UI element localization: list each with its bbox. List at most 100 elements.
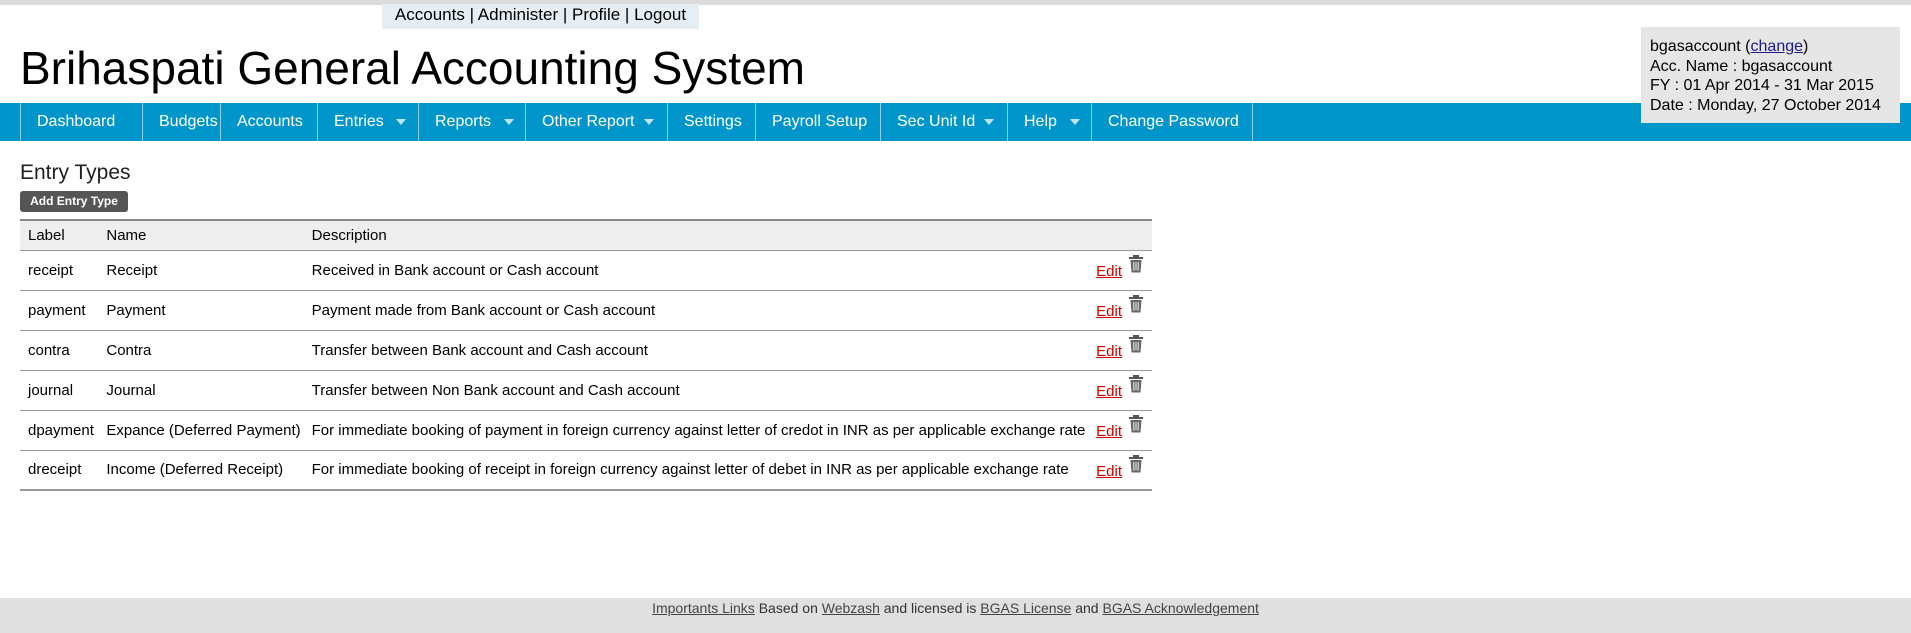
nav-accounts[interactable]: Accounts (221, 103, 318, 141)
edit-link[interactable]: Edit (1096, 383, 1122, 400)
cell-actions: Edit (1085, 250, 1152, 291)
cell-description: For immediate booking of receipt in fore… (303, 450, 1086, 491)
cell-name: Payment (98, 290, 304, 331)
chevron-down-icon (984, 119, 994, 125)
table-row: payment Payment Payment made from Bank a… (20, 290, 1152, 331)
table-row: contra Contra Transfer between Bank acco… (20, 330, 1152, 371)
trash-icon[interactable] (1128, 415, 1144, 437)
toplink-separator: | (624, 5, 630, 24)
cell-name: Income (Deferred Receipt) (98, 450, 304, 491)
cell-description: Payment made from Bank account or Cash a… (303, 290, 1086, 331)
nav-help[interactable]: Help (1008, 103, 1092, 141)
cell-actions: Edit (1085, 330, 1152, 371)
nav-dashboard[interactable]: Dashboard (20, 103, 143, 141)
chevron-down-icon (1070, 119, 1080, 125)
nav-change-password[interactable]: Change Password (1092, 103, 1253, 141)
current-date: Date : Monday, 27 October 2014 (1650, 96, 1881, 114)
chevron-down-icon (644, 119, 654, 125)
edit-link[interactable]: Edit (1096, 423, 1122, 440)
account-user-line: bgasaccount (change) (1650, 38, 1809, 55)
cell-label: journal (20, 370, 99, 411)
toplink-profile[interactable]: Profile (572, 5, 620, 24)
table-row: dpayment Expance (Deferred Payment) For … (20, 410, 1152, 451)
main-nav: Dashboard Budgets Accounts Entries Repor… (0, 103, 1911, 141)
nav-payroll-setup[interactable]: Payroll Setup (756, 103, 881, 141)
cell-label: payment (20, 290, 99, 331)
nav-label: Budgets (159, 113, 218, 130)
change-account-link[interactable]: change (1751, 38, 1804, 55)
table-row: dreceipt Income (Deferred Receipt) For i… (20, 450, 1152, 491)
column-header-description: Description (311, 226, 387, 244)
cell-description: Transfer between Non Bank account and Ca… (303, 370, 1086, 411)
nav-entries[interactable]: Entries (318, 103, 419, 141)
cell-label: contra (20, 330, 99, 371)
account-name: Acc. Name : bgasaccount (1650, 57, 1833, 75)
financial-year: FY : 01 Apr 2014 - 31 Mar 2015 (1650, 77, 1874, 94)
nav-label: Payroll Setup (772, 113, 868, 130)
nav-label: Change Password (1108, 113, 1239, 130)
column-header-label: Label (28, 226, 65, 244)
trash-icon[interactable] (1128, 335, 1144, 357)
nav-label: Settings (684, 113, 742, 130)
table-header-row: Label Name Description (20, 220, 1152, 250)
nav-sec-unit-id[interactable]: Sec Unit Id (881, 103, 1008, 141)
cell-description: For immediate booking of payment in fore… (303, 410, 1086, 451)
cell-description: Transfer between Bank account and Cash a… (303, 330, 1086, 371)
nav-budgets[interactable]: Budgets (143, 103, 221, 141)
footer: Importants Links Based on Webzash and li… (0, 598, 1911, 633)
column-header-name: Name (106, 226, 147, 244)
cell-name: Journal (98, 370, 304, 411)
cell-actions: Edit (1085, 410, 1152, 451)
cell-label: dpayment (20, 410, 99, 451)
nav-label: Entries (334, 113, 384, 130)
cell-name: Expance (Deferred Payment) (98, 410, 304, 451)
chevron-down-icon (504, 119, 514, 125)
edit-link[interactable]: Edit (1096, 463, 1122, 480)
table-row: journal Journal Transfer between Non Ban… (20, 370, 1152, 411)
cell-label: receipt (20, 250, 99, 291)
nav-label: Reports (435, 113, 492, 130)
cell-name: Receipt (98, 250, 304, 291)
cell-name: Contra (98, 330, 304, 371)
nav-label: Sec Unit Id (897, 113, 976, 130)
cell-description: Received in Bank account or Cash account (303, 250, 1086, 291)
nav-settings[interactable]: Settings (668, 103, 756, 141)
footer-acknowledgement-link[interactable]: BGAS Acknowledgement (1102, 600, 1258, 616)
account-info-box: bgasaccount (change) Acc. Name : bgasacc… (1641, 27, 1900, 123)
nav-label: Dashboard (37, 113, 116, 130)
footer-text: Based on (758, 600, 818, 616)
trash-icon[interactable] (1128, 255, 1144, 277)
edit-link[interactable]: Edit (1096, 303, 1122, 320)
top-stripe (0, 0, 1911, 5)
cell-actions: Edit (1085, 450, 1152, 491)
edit-link[interactable]: Edit (1096, 263, 1122, 280)
add-entry-type-button[interactable]: Add Entry Type (20, 191, 128, 212)
page-title: Entry Types (20, 161, 131, 184)
trash-icon[interactable] (1128, 295, 1144, 317)
cell-label: dreceipt (20, 450, 99, 491)
footer-webzash-link[interactable]: Webzash (822, 600, 880, 616)
toplink-separator: | (469, 5, 474, 24)
cell-actions: Edit (1085, 290, 1152, 331)
nav-reports[interactable]: Reports (419, 103, 526, 141)
nav-other-report[interactable]: Other Report (526, 103, 668, 141)
footer-text: and (1075, 600, 1099, 616)
toplink-logout[interactable]: Logout (634, 5, 686, 24)
nav-label: Accounts (237, 113, 303, 130)
app-title: Brihaspati General Accounting System (20, 42, 805, 94)
nav-label: Other Report (542, 113, 635, 130)
trash-icon[interactable] (1128, 454, 1144, 477)
entry-types-table: Label Name Description receipt Receipt R… (20, 219, 1152, 491)
toplink-accounts[interactable]: Accounts (395, 5, 465, 24)
footer-important-links[interactable]: Importants Links (652, 600, 755, 616)
toplink-administer[interactable]: Administer (478, 5, 558, 24)
trash-icon[interactable] (1128, 375, 1144, 397)
top-links-bar: Accounts | Administer | Profile | Logout (382, 4, 699, 29)
table-row: receipt Receipt Received in Bank account… (20, 250, 1152, 291)
nav-label: Help (1024, 113, 1057, 130)
edit-link[interactable]: Edit (1096, 343, 1122, 360)
toplink-separator: | (562, 5, 568, 24)
chevron-down-icon (396, 119, 406, 125)
account-username: bgasaccount (1650, 38, 1741, 55)
footer-license-link[interactable]: BGAS License (980, 600, 1071, 616)
